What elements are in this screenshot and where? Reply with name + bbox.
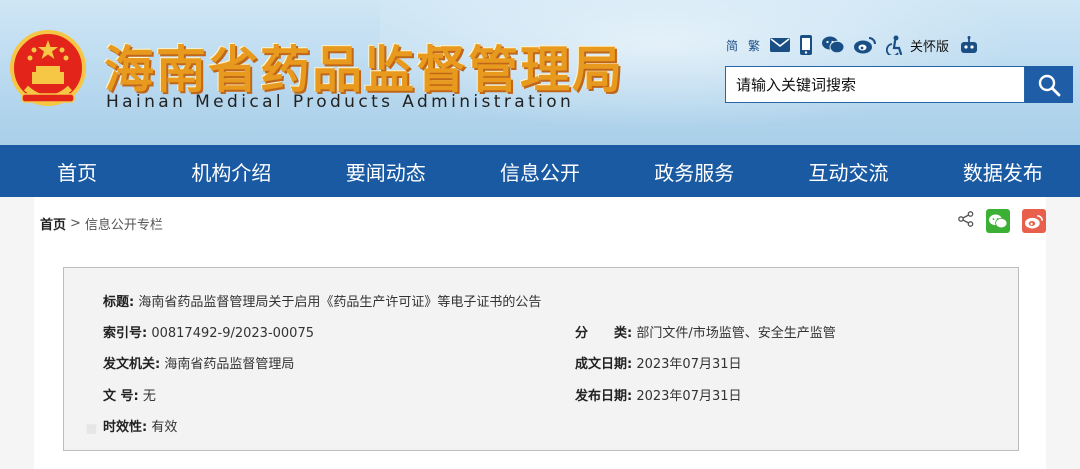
site-header: 海南省药品监督管理局 Hainan Medical Products Admin… (0, 0, 1080, 145)
mobile-icon[interactable] (800, 35, 813, 55)
meta-issuer-value: 海南省药品监督管理局 (164, 357, 295, 372)
nav-item-services[interactable]: 政务服务 (617, 145, 771, 197)
meta-publish-value: 2023年07月31日 (636, 389, 742, 404)
meta-date-written-label: 成文日期: (575, 357, 633, 372)
meta-title-row: 标题: 海南省药品监督管理局关于启用《药品生产许可证》等电子证书的公告 (103, 291, 541, 310)
breadcrumb-separator: > (70, 216, 81, 231)
meta-validity-label: 时效性: (103, 420, 148, 435)
national-emblem-icon (10, 30, 86, 106)
meta-issuer-label: 发文机关: (103, 357, 161, 372)
search-bar (725, 66, 1073, 103)
weibo-share-icon[interactable] (1022, 209, 1046, 233)
weibo-icon[interactable] (854, 36, 877, 54)
meta-title-value: 海南省药品监督管理局关于启用《药品生产许可证》等电子证书的公告 (138, 295, 542, 310)
meta-index-value: 00817492-9/2023-00075 (151, 326, 314, 341)
meta-doc-no-row: 文 号: 无 (103, 385, 156, 404)
robot-icon[interactable] (959, 36, 979, 54)
breadcrumb: 首页 > 信息公开专栏 (40, 214, 163, 233)
watermark: ◆ (78, 416, 104, 441)
meta-date-written-row: 成文日期: 2023年07月31日 (575, 353, 742, 372)
wechat-share-icon[interactable] (986, 209, 1010, 233)
nav-item-data[interactable]: 数据发布 (926, 145, 1080, 197)
document-metadata-box: ◆ 标题: 海南省药品监督管理局关于启用《药品生产许可证》等电子证书的公告 索引… (63, 267, 1019, 451)
nav-item-news[interactable]: 要闻动态 (309, 145, 463, 197)
breadcrumb-home[interactable]: 首页 (40, 214, 66, 233)
wechat-icon[interactable] (822, 36, 845, 54)
search-input[interactable] (725, 66, 1025, 103)
nav-item-interaction[interactable]: 互动交流 (771, 145, 925, 197)
mail-icon[interactable] (770, 38, 791, 52)
search-button[interactable] (1025, 66, 1073, 103)
site-title-english: Hainan Medical Products Administration (106, 92, 575, 112)
meta-publish-label: 发布日期: (575, 389, 633, 404)
meta-doc-no-value: 无 (142, 389, 156, 404)
meta-category-row: 分 类: 部门文件/市场监管、安全生产监管 (575, 322, 836, 341)
meta-index-label: 索引号: (103, 326, 148, 341)
header-toolbar: 简 繁 关怀版 (726, 34, 979, 56)
share-bar (958, 209, 1046, 233)
meta-title-label: 标题: (103, 295, 135, 310)
nav-item-about[interactable]: 机构介绍 (154, 145, 308, 197)
meta-index-row: 索引号: 00817492-9/2023-00075 (103, 322, 314, 341)
meta-doc-no-label: 文 号: (103, 389, 139, 404)
meta-category-value: 部门文件/市场监管、安全生产监管 (636, 326, 836, 341)
meta-publish-row: 发布日期: 2023年07月31日 (575, 385, 742, 404)
meta-category-label: 分 类: (575, 326, 633, 341)
meta-issuer-row: 发文机关: 海南省药品监督管理局 (103, 353, 294, 372)
simplified-chinese-link[interactable]: 简 (726, 37, 738, 54)
nav-item-home[interactable]: 首页 (0, 145, 154, 197)
meta-validity-row: 时效性: 有效 (103, 416, 177, 435)
share-icon[interactable] (958, 211, 974, 231)
main-nav: 首页 机构介绍 要闻动态 信息公开 政务服务 互动交流 数据发布 (0, 145, 1080, 197)
breadcrumb-current[interactable]: 信息公开专栏 (85, 214, 163, 233)
care-mode-link[interactable]: 关怀版 (910, 36, 949, 55)
traditional-chinese-link[interactable]: 繁 (748, 37, 760, 54)
elderly-care-icon[interactable] (886, 35, 904, 55)
nav-item-disclosure[interactable]: 信息公开 (463, 145, 617, 197)
meta-date-written-value: 2023年07月31日 (636, 357, 742, 372)
search-icon (1038, 74, 1061, 96)
meta-validity-value: 有效 (151, 420, 178, 435)
